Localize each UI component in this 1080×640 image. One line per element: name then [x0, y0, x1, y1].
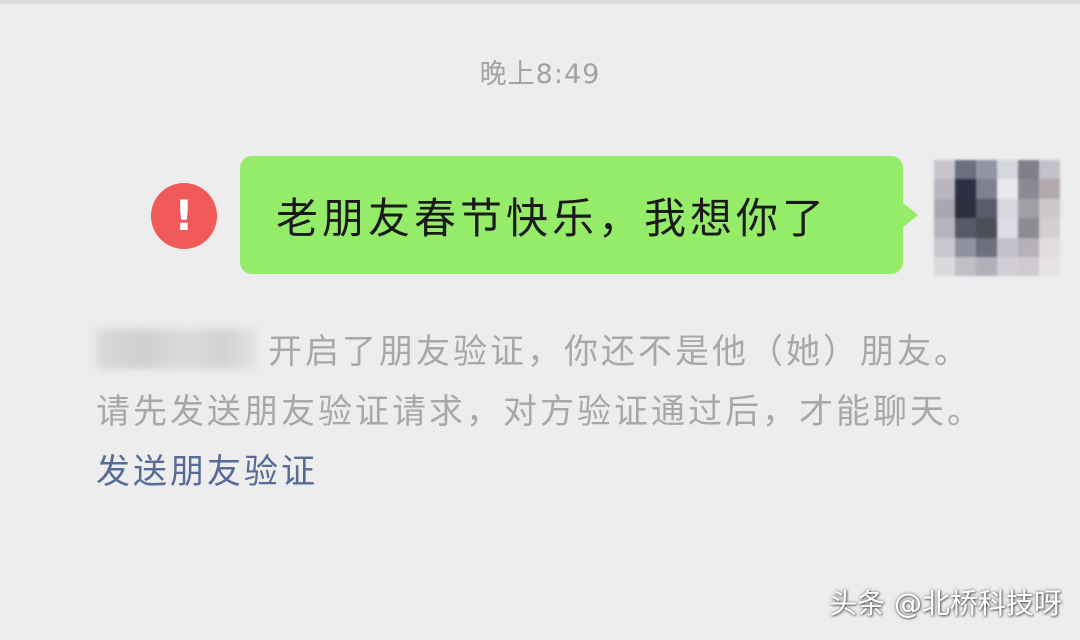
avatar-mosaic-cell — [997, 218, 1018, 238]
avatar-mosaic-cell — [1039, 198, 1060, 219]
avatar-mosaic-cell — [1018, 179, 1039, 199]
redacted-contact-name — [96, 329, 256, 369]
avatar-mosaic-cell — [997, 179, 1018, 199]
avatar-mosaic-cell — [1039, 160, 1060, 180]
avatar-mosaic-cell — [1039, 256, 1060, 276]
avatar-mosaic-cell — [997, 237, 1018, 257]
avatar-mosaic-cell — [955, 218, 976, 238]
avatar-mosaic-cell — [934, 237, 955, 257]
avatar-mosaic-cell — [955, 179, 976, 199]
avatar-mosaic-cell — [1039, 218, 1060, 238]
avatar-mosaic-cell — [997, 160, 1018, 180]
avatar-mosaic-cell — [1018, 160, 1039, 180]
avatar-mosaic-cell — [1018, 218, 1039, 238]
friend-verification-notice: 开启了朋友验证，你还不是他（她）朋友。请先发送朋友验证请求，对方验证通过后，才能… — [96, 322, 996, 502]
avatar-mosaic-cell — [1039, 237, 1060, 257]
avatar-mosaic-cell — [934, 160, 955, 180]
avatar-mosaic-cell — [976, 256, 997, 276]
avatar-mosaic-cell — [934, 256, 955, 276]
avatar-mosaic-cell — [997, 198, 1018, 219]
error-exclamation-icon[interactable]: ! — [151, 183, 217, 249]
avatar-mosaic-cell — [976, 198, 997, 219]
sent-message-bubble[interactable]: 老朋友春节快乐，我想你了 — [240, 156, 918, 274]
avatar-mosaic-cell — [955, 256, 976, 276]
avatar-mosaic-cell — [955, 160, 976, 180]
avatar-mosaic-cell — [976, 237, 997, 257]
message-timestamp: 晚上8:49 — [479, 59, 601, 90]
avatar-mosaic-cell — [934, 218, 955, 238]
bubble-tail — [902, 202, 918, 228]
avatar-mosaic-cell — [955, 237, 976, 257]
avatar-mosaic-cell — [976, 160, 997, 180]
avatar-mosaic-cell — [976, 179, 997, 199]
avatar-mosaic-cell — [1018, 237, 1039, 257]
avatar[interactable] — [934, 160, 1060, 276]
avatar-mosaic-cell — [1039, 179, 1060, 199]
message-text: 老朋友春节快乐，我想你了 — [276, 193, 829, 243]
avatar-mosaic-cell — [934, 198, 955, 219]
watermark-text: 头条 @北桥科技呀 — [829, 587, 1062, 620]
send-friend-verification-link[interactable]: 发送朋友验证 — [96, 452, 318, 492]
avatar-mosaic-cell — [1018, 256, 1039, 276]
avatar-mosaic-cell — [934, 179, 955, 199]
avatar-mosaic-cell — [997, 256, 1018, 276]
avatar-mosaic-cell — [955, 198, 976, 219]
top-divider — [0, 0, 1080, 4]
avatar-mosaic-cell — [976, 218, 997, 238]
avatar-mosaic — [934, 160, 1060, 276]
avatar-mosaic-cell — [1018, 198, 1039, 219]
